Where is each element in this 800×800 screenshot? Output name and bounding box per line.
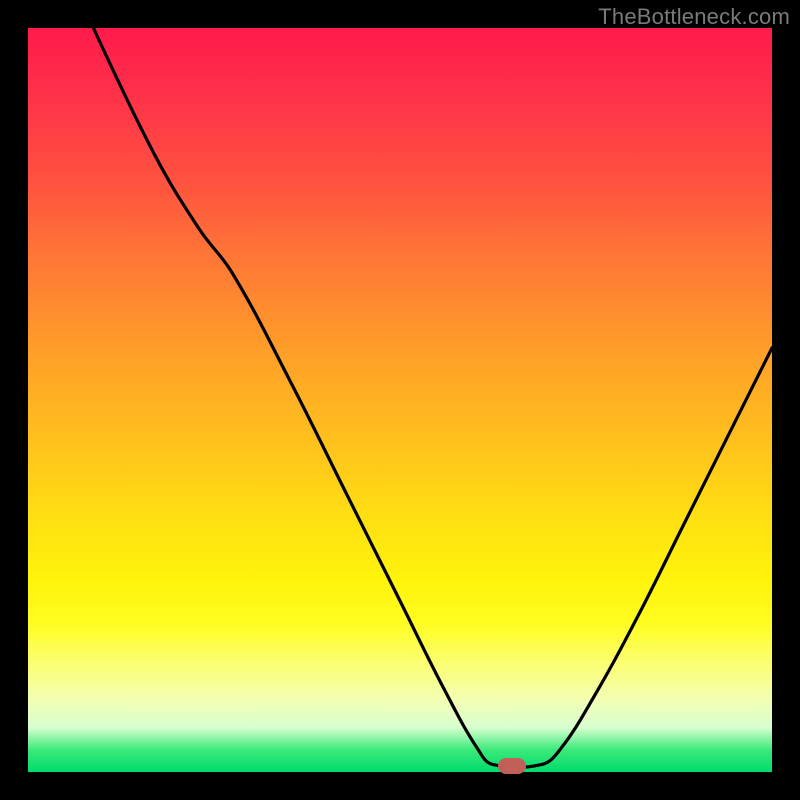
bottleneck-curve	[93, 28, 772, 768]
watermark-text: TheBottleneck.com	[598, 4, 790, 30]
plot-area	[28, 28, 772, 772]
optimum-marker	[498, 758, 526, 774]
chart-stage: TheBottleneck.com	[0, 0, 800, 800]
curve-svg	[28, 28, 772, 772]
